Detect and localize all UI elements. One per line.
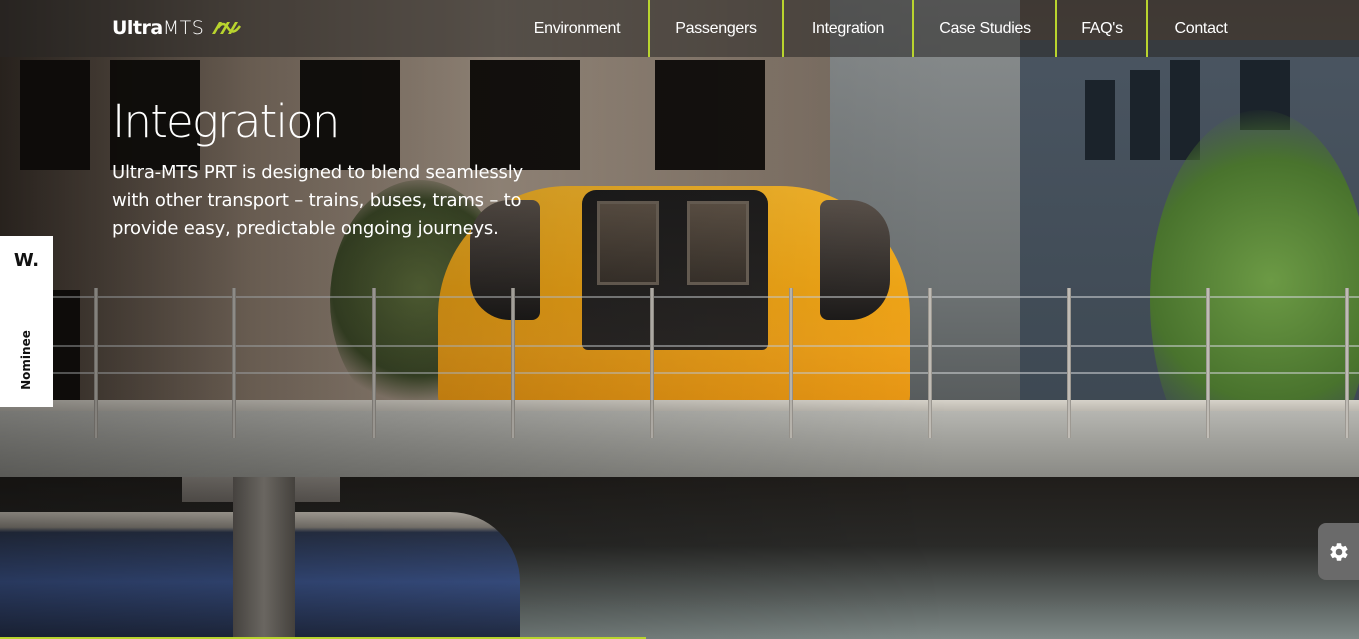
gear-icon: [1329, 542, 1348, 561]
intro-text: Ultra-MTS PRT is designed to blend seaml…: [112, 162, 523, 239]
nav-divider: [1146, 0, 1148, 57]
badge-logo: W.: [13, 250, 40, 271]
nav-item-environment[interactable]: Environment: [516, 0, 638, 57]
nav-divider: [782, 0, 784, 57]
logo-text-strong: Ultra: [112, 17, 163, 39]
ultra-mark-icon: [212, 22, 242, 34]
navbar: Ultra MTS Environment Passengers Integra…: [0, 0, 1359, 57]
nav-item-case-studies[interactable]: Case Studies: [924, 0, 1046, 57]
nav-divider: [648, 0, 650, 57]
nav-item-passengers[interactable]: Passengers: [660, 0, 772, 57]
settings-button[interactable]: [1318, 523, 1359, 580]
nav-divider: [912, 0, 914, 57]
badge-label: Nominee: [19, 330, 33, 390]
awards-badge[interactable]: W. Nominee: [0, 236, 53, 407]
logo-text-light: MTS: [162, 17, 205, 39]
nav-divider: [1055, 0, 1057, 57]
page-title: Integration: [112, 95, 340, 148]
nav-item-integration[interactable]: Integration: [794, 0, 902, 57]
logo[interactable]: Ultra MTS: [112, 15, 244, 41]
nav-item-faqs[interactable]: FAQ's: [1067, 0, 1137, 57]
nav-item-contact[interactable]: Contact: [1158, 0, 1244, 57]
